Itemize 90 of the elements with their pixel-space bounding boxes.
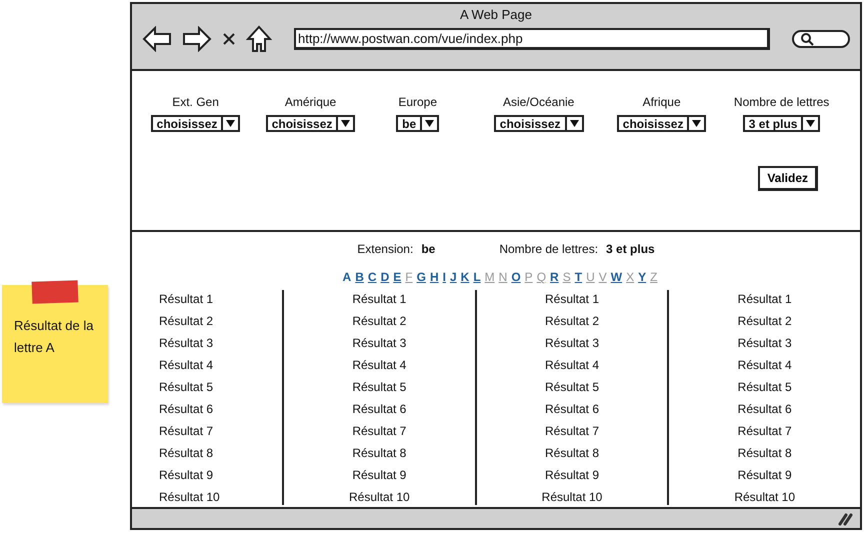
- dropdown-caret-icon: [226, 120, 236, 127]
- dropdown[interactable]: choisissez: [616, 114, 706, 132]
- filter-label: Ext. Gen: [172, 94, 219, 109]
- result-item: Résultat 5: [738, 379, 792, 396]
- result-item: Résultat 1: [352, 291, 406, 308]
- letter-link[interactable]: G: [416, 270, 426, 284]
- result-item: Résultat 5: [352, 379, 406, 396]
- result-item: Résultat 6: [738, 401, 792, 418]
- result-item: Résultat 10: [159, 489, 220, 506]
- close-icon[interactable]: [222, 32, 236, 46]
- letter-link[interactable]: Y: [638, 270, 646, 284]
- resize-grip-icon: [838, 512, 854, 526]
- result-item: Résultat 8: [159, 445, 214, 462]
- letter-link[interactable]: D: [380, 270, 390, 284]
- result-item: Résultat 3: [352, 335, 406, 352]
- summary-value: be: [421, 242, 436, 256]
- dropdown-caret-icon: [692, 120, 702, 127]
- letter-link[interactable]: I: [442, 270, 446, 284]
- result-item: Résultat 7: [159, 423, 214, 440]
- result-item: Résultat 2: [544, 313, 600, 330]
- dropdown[interactable]: 3 et plus: [742, 114, 820, 132]
- result-item: Résultat 7: [738, 423, 792, 440]
- filter-label: Amérique: [284, 94, 336, 109]
- letter-link[interactable]: T: [574, 270, 582, 284]
- result-item: Résultat 7: [544, 423, 600, 440]
- letter-link[interactable]: B: [355, 270, 364, 284]
- result-item: Résultat 1: [738, 291, 792, 308]
- back-arrow-icon[interactable]: [142, 26, 172, 52]
- dropdown[interactable]: choisissez: [494, 114, 584, 132]
- result-item: Résultat 3: [738, 335, 792, 352]
- result-item: Résultat 3: [544, 335, 600, 352]
- note-text: Résultat de la lettre A: [14, 317, 94, 357]
- letter-link[interactable]: K: [460, 270, 470, 284]
- letter-link[interactable]: E: [393, 270, 402, 284]
- summary-label: Nombre de lettres:: [499, 242, 598, 256]
- search-field[interactable]: [792, 30, 850, 48]
- dropdown-caret-icon: [806, 120, 816, 127]
- letter-link[interactable]: O: [511, 270, 521, 284]
- letter-link[interactable]: W: [610, 270, 622, 284]
- dropdown[interactable]: be: [396, 114, 440, 132]
- result-item: Résultat 8: [544, 445, 600, 462]
- filter-label: Nombre de lettres: [734, 94, 830, 109]
- letter-link[interactable]: H: [430, 270, 439, 284]
- tape-strip: [32, 280, 78, 304]
- result-item: Résultat 4: [738, 357, 792, 374]
- filter-label: Afrique: [642, 94, 681, 109]
- result-item: Résultat 6: [544, 401, 600, 418]
- result-item: Résultat 2: [159, 313, 214, 330]
- summary-value: 3 et plus: [606, 242, 655, 256]
- result-item: Résultat 4: [544, 357, 600, 374]
- dropdown-caret-icon: [570, 120, 578, 127]
- letter-link[interactable]: J: [450, 270, 457, 284]
- window-title: A Web Page: [458, 6, 534, 23]
- result-item: Résultat 6: [352, 401, 406, 418]
- result-item: Résultat 9: [738, 467, 792, 484]
- result-item: Résultat 4: [352, 357, 406, 374]
- home-icon[interactable]: [246, 25, 272, 53]
- result-item: Résultat 3: [159, 335, 214, 352]
- result-item: Résultat 4: [159, 357, 214, 374]
- result-item: Résultat 2: [738, 313, 792, 330]
- filter-label: Europe: [398, 94, 438, 109]
- result-item: Résultat 8: [738, 445, 792, 462]
- result-item: Résultat 9: [352, 467, 406, 484]
- result-item: Résultat 6: [159, 401, 214, 418]
- result-item: Résultat 7: [352, 423, 406, 440]
- result-item: Résultat 10: [348, 489, 410, 506]
- address-field[interactable]: http://www.postwan.com/vue/index.php: [294, 28, 770, 50]
- result-item: Résultat 5: [544, 379, 600, 396]
- dropdown[interactable]: choisissez: [150, 114, 240, 132]
- submit-button[interactable]: Validez: [758, 166, 818, 191]
- result-item: Résultat 1: [544, 291, 600, 308]
- result-item: Résultat 8: [352, 445, 406, 462]
- search-icon: [800, 32, 814, 46]
- letter-link[interactable]: A: [342, 270, 352, 284]
- letter-link[interactable]: C: [368, 270, 377, 284]
- dropdown[interactable]: choisissez: [266, 114, 356, 132]
- result-item: Résultat 9: [159, 467, 214, 484]
- letter-link[interactable]: R: [550, 270, 559, 284]
- filter-label: Asie/Océanie: [502, 94, 574, 109]
- result-item: Résultat 10: [542, 489, 602, 506]
- dropdown-caret-icon: [341, 120, 350, 127]
- result-item: Résultat 5: [159, 379, 214, 396]
- summary-label: Extension:: [357, 242, 414, 256]
- result-item: Résultat 2: [352, 313, 406, 330]
- result-item: Résultat 10: [734, 489, 796, 506]
- result-item: Résultat 1: [159, 291, 214, 308]
- letter-link[interactable]: L: [473, 270, 481, 284]
- dropdown-caret-icon: [425, 120, 434, 127]
- result-item: Résultat 9: [544, 467, 600, 484]
- forward-arrow-icon[interactable]: [182, 26, 212, 52]
